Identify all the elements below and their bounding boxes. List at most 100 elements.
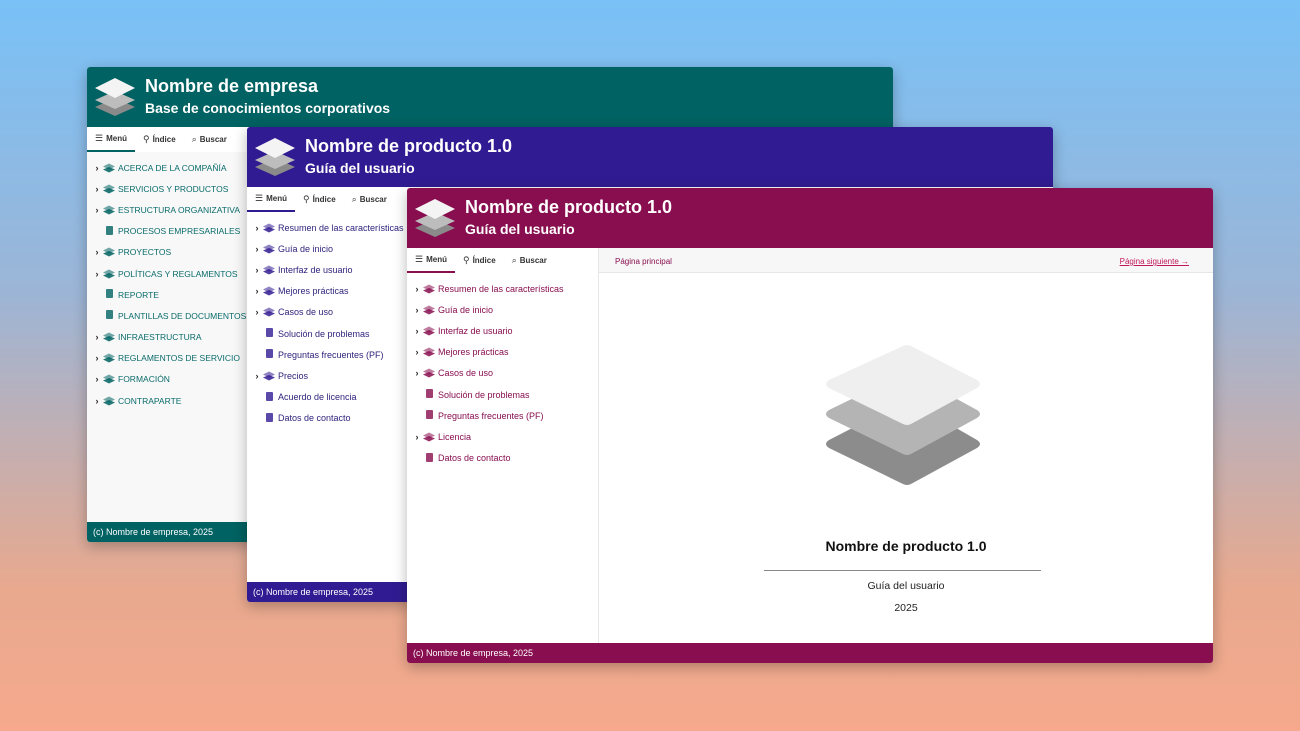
next-page-link[interactable]: Página siguiente → — [1120, 257, 1189, 266]
nav-item[interactable]: › Interfaz de usuario — [407, 320, 598, 341]
nav-item[interactable]: › Precios — [247, 365, 407, 386]
page-icon — [263, 328, 275, 339]
chevron-right-icon[interactable]: › — [93, 396, 101, 406]
chevron-right-icon[interactable]: › — [93, 163, 101, 173]
nav-item-label: Interfaz de usuario — [438, 325, 513, 336]
nav-item[interactable]: Datos de contacto — [407, 448, 598, 469]
chevron-right-icon[interactable]: › — [93, 184, 101, 194]
chevron-right-icon[interactable]: › — [253, 265, 261, 275]
window-header: Nombre de empresa Base de conocimientos … — [87, 67, 893, 127]
chevron-right-icon[interactable]: › — [93, 332, 101, 342]
nav-item-label: Datos de contacto — [438, 453, 511, 464]
nav-item[interactable]: › Interfaz de usuario — [247, 259, 407, 280]
chevron-right-icon[interactable]: › — [93, 269, 101, 279]
chevron-right-icon[interactable]: › — [253, 371, 261, 381]
book-icon — [423, 368, 435, 378]
nav-item[interactable]: › PROYECTOS — [87, 242, 247, 263]
chevron-right-icon[interactable]: › — [93, 374, 101, 384]
nav-item-label: ACERCA DE LA COMPAÑÍA — [118, 162, 227, 173]
tab-index[interactable]: ⚲ Índice — [455, 248, 504, 273]
nav-item-label: Interfaz de usuario — [278, 264, 353, 275]
nav-item[interactable]: › Resumen de las características — [247, 217, 407, 238]
chevron-right-icon[interactable]: › — [93, 205, 101, 215]
nav-item[interactable]: REPORTE — [87, 284, 247, 305]
nav-item[interactable]: › ESTRUCTURA ORGANIZATIVA — [87, 199, 247, 220]
chevron-right-icon[interactable]: › — [413, 305, 421, 315]
tab-index[interactable]: ⚲ Índice — [295, 187, 344, 212]
nav-item[interactable]: › Resumen de las características — [407, 278, 598, 299]
chevron-right-icon[interactable]: › — [413, 368, 421, 378]
nav-item[interactable]: Acuerdo de licencia — [247, 387, 407, 408]
book-icon — [103, 247, 115, 257]
tab-label: Menú — [106, 134, 127, 143]
nav-item[interactable]: › REGLAMENTOS DE SERVICIO — [87, 348, 247, 369]
nav-item[interactable]: PROCESOS EMPRESARIALES — [87, 221, 247, 242]
tab-menu[interactable]: ☰ Menú — [87, 127, 135, 152]
chevron-right-icon[interactable]: › — [253, 223, 261, 233]
tab-index[interactable]: ⚲ Índice — [135, 127, 184, 152]
nav-item-label: INFRAESTRUCTURA — [118, 332, 202, 343]
window-header: Nombre de producto 1.0 Guía del usuario — [407, 188, 1213, 248]
nav-item[interactable]: Solución de problemas — [247, 323, 407, 344]
search-icon: ⌕ — [191, 134, 197, 144]
chevron-right-icon[interactable]: › — [413, 347, 421, 357]
tab-search[interactable]: ⌕ Buscar — [344, 187, 395, 212]
page-icon — [103, 225, 115, 237]
nav-item[interactable]: › CONTRAPARTE — [87, 390, 247, 411]
nav-item[interactable]: › Casos de uso — [247, 302, 407, 323]
nav-item[interactable]: › SERVICIOS Y PRODUCTOS — [87, 178, 247, 199]
divider — [764, 570, 1041, 571]
nav-item[interactable]: Preguntas frecuentes (PF) — [407, 405, 598, 426]
nav-item-label: REPORTE — [118, 289, 159, 300]
nav-item[interactable]: Preguntas frecuentes (PF) — [247, 344, 407, 365]
chevron-right-icon[interactable]: › — [253, 244, 261, 254]
chevron-right-icon[interactable]: › — [413, 284, 421, 294]
nav-item-label: ESTRUCTURA ORGANIZATIVA — [118, 204, 241, 215]
nav-item-label: Preguntas frecuentes (PF) — [278, 349, 384, 360]
nav-item[interactable]: › Casos de uso — [407, 363, 598, 384]
tab-menu[interactable]: ☰ Menú — [407, 248, 455, 273]
sidebar: ☰ Menú ⚲ Índice ⌕ Buscar › Resumen de las ca… — [247, 187, 407, 582]
chevron-right-icon[interactable]: › — [253, 307, 261, 317]
sidebar: ☰ Menú ⚲ Índice ⌕ Buscar › Resumen de las ca… — [407, 248, 599, 643]
nav-item[interactable]: PLANTILLAS DE DOCUMENTOS — [87, 305, 247, 326]
nav-tree: › Resumen de las características › Guía de … — [407, 273, 598, 469]
list-icon: ☰ — [255, 193, 264, 203]
chevron-right-icon[interactable]: › — [413, 326, 421, 336]
tab-label: Índice — [472, 256, 496, 265]
nav-item[interactable]: › INFRAESTRUCTURA — [87, 327, 247, 348]
nav-item[interactable]: › ACERCA DE LA COMPAÑÍA — [87, 157, 247, 178]
book-icon — [263, 371, 275, 381]
chevron-right-icon[interactable]: › — [413, 432, 421, 442]
chevron-right-icon[interactable]: › — [253, 286, 261, 296]
search-icon: ⌕ — [351, 194, 357, 204]
nav-item[interactable]: › FORMACIÓN — [87, 369, 247, 390]
chevron-right-icon[interactable]: › — [93, 353, 101, 363]
nav-item[interactable]: Datos de contacto — [247, 408, 407, 429]
nav-item[interactable]: › Guía de inicio — [407, 299, 598, 320]
nav-item[interactable]: › Licencia — [407, 426, 598, 447]
book-icon — [423, 284, 435, 294]
chevron-right-icon[interactable]: › — [93, 247, 101, 257]
header-subtitle: Base de conocimientos corporativos — [145, 100, 391, 116]
nav-item-label: Solución de problemas — [438, 389, 530, 400]
nav-item-label: Mejores prácticas — [278, 286, 349, 297]
header-title: Nombre de producto 1.0 — [465, 197, 673, 217]
nav-item[interactable]: › Guía de inicio — [247, 238, 407, 259]
tab-search[interactable]: ⌕ Buscar — [184, 127, 235, 152]
nav-item[interactable]: › Mejores prácticas — [247, 281, 407, 302]
tab-search[interactable]: ⌕ Buscar — [504, 248, 555, 273]
nav-item[interactable]: › POLÍTICAS Y REGLAMENTOS — [87, 263, 247, 284]
tab-menu[interactable]: ☰ Menú — [247, 187, 295, 212]
nav-item[interactable]: › Mejores prácticas — [407, 342, 598, 363]
list-icon: ☰ — [415, 254, 424, 264]
sidebar: ☰ Menú ⚲ Índice ⌕ Buscar › ACERCA DE LA COMP… — [87, 127, 247, 522]
layers-logo-icon — [415, 199, 455, 237]
book-icon — [263, 265, 275, 275]
nav-tree: › ACERCA DE LA COMPAÑÍA › SERVICIOS Y PRODU… — [87, 152, 247, 411]
breadcrumb-home-link[interactable]: Página principal — [615, 257, 672, 266]
cover-title: Nombre de producto 1.0 — [825, 538, 987, 554]
window-header: Nombre de producto 1.0 Guía del usuario — [247, 127, 1053, 187]
header-subtitle: Guía del usuario — [305, 160, 415, 176]
nav-item[interactable]: Solución de problemas — [407, 384, 598, 405]
